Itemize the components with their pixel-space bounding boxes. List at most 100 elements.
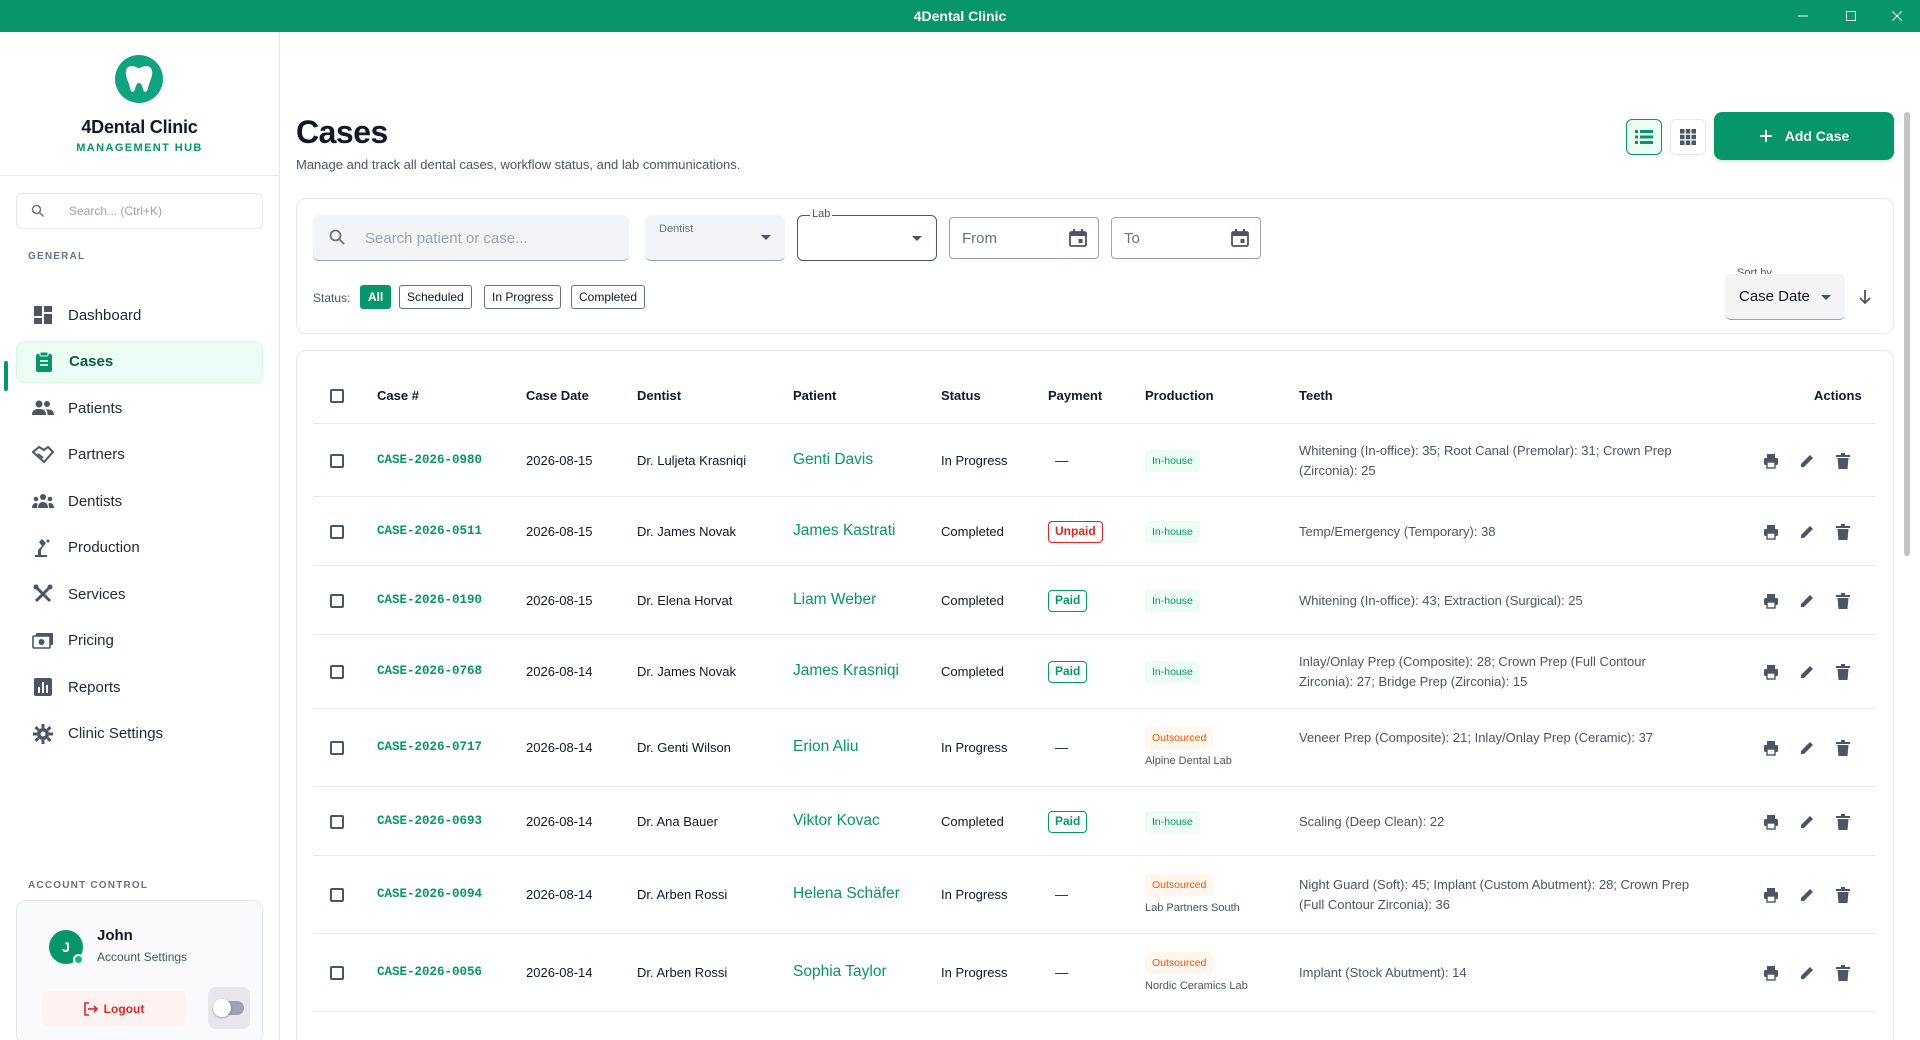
edit-icon[interactable]: [1797, 591, 1817, 611]
patient-link[interactable]: Helena Schäfer: [793, 885, 900, 903]
delete-icon[interactable]: [1833, 812, 1853, 832]
close-button[interactable]: [1874, 0, 1920, 32]
delete-icon[interactable]: [1833, 738, 1853, 758]
patient-link[interactable]: Sophia Taylor: [793, 963, 887, 981]
col-header-status[interactable]: Status: [941, 388, 981, 403]
print-icon[interactable]: [1761, 451, 1781, 471]
dentist-select[interactable]: Dentist: [645, 215, 785, 261]
row-checkbox[interactable]: [330, 593, 344, 608]
table-row[interactable]: CASE-2026-0693 2026-08-14 Dr. Ana Bauer …: [313, 787, 1875, 856]
row-checkbox[interactable]: [330, 665, 344, 679]
case-number-link[interactable]: CASE-2026-0717: [377, 740, 482, 754]
lab-select[interactable]: Lab: [797, 208, 937, 261]
sidebar-item-pricing[interactable]: Pricing: [16, 620, 263, 662]
col-header-payment[interactable]: Payment: [1048, 388, 1102, 403]
patient-link[interactable]: James Kastrati: [793, 522, 896, 540]
print-icon[interactable]: [1761, 662, 1781, 682]
patient-link[interactable]: Erion Aliu: [793, 738, 858, 756]
logout-button[interactable]: Logout: [42, 991, 186, 1026]
theme-toggle[interactable]: [208, 987, 250, 1029]
status-chip-scheduled[interactable]: Scheduled: [399, 285, 472, 309]
edit-icon[interactable]: [1797, 522, 1817, 542]
sort-by-select[interactable]: Case Date: [1725, 274, 1845, 320]
sidebar-item-production[interactable]: Production: [16, 527, 263, 569]
col-header-case[interactable]: Case #: [377, 388, 419, 403]
delete-icon[interactable]: [1833, 963, 1853, 983]
patient-link[interactable]: James Krasniqi: [793, 662, 899, 680]
from-date-input[interactable]: [962, 218, 1062, 258]
sidebar-search[interactable]: [16, 193, 263, 229]
edit-icon[interactable]: [1797, 812, 1817, 832]
delete-icon[interactable]: [1833, 451, 1853, 471]
sort-direction-arrow-icon[interactable]: [1855, 287, 1875, 307]
case-number-link[interactable]: CASE-2026-0511: [377, 524, 482, 538]
table-row[interactable]: CASE-2026-0768 2026-08-14 Dr. James Nova…: [313, 635, 1875, 709]
edit-icon[interactable]: [1797, 451, 1817, 471]
case-number-link[interactable]: CASE-2026-0768: [377, 664, 482, 678]
edit-icon[interactable]: [1797, 662, 1817, 682]
to-date-field[interactable]: [1111, 217, 1261, 259]
status-chip-in-progress[interactable]: In Progress: [484, 285, 562, 309]
from-date-field[interactable]: [949, 217, 1099, 259]
maximize-button[interactable]: [1828, 0, 1874, 32]
sidebar-item-reports[interactable]: Reports: [16, 666, 263, 708]
sidebar-item-partners[interactable]: Partners: [16, 434, 263, 476]
table-row[interactable]: CASE-2026-0056 2026-08-14 Dr. Arben Ross…: [313, 934, 1875, 1012]
edit-icon[interactable]: [1797, 738, 1817, 758]
case-number-link[interactable]: CASE-2026-0190: [377, 593, 482, 607]
case-search[interactable]: [313, 215, 629, 261]
avatar[interactable]: J: [49, 930, 84, 965]
patient-link[interactable]: Viktor Kovac: [793, 812, 880, 830]
minimize-button[interactable]: [1780, 0, 1826, 32]
grid-view-button[interactable]: [1670, 119, 1706, 155]
table-row[interactable]: CASE-2026-0717 2026-08-14 Dr. Genti Wils…: [313, 709, 1875, 787]
sidebar-item-cases[interactable]: Cases: [16, 340, 263, 383]
add-case-button[interactable]: Add Case: [1714, 112, 1894, 160]
print-icon[interactable]: [1761, 591, 1781, 611]
page-scrollbar[interactable]: [1904, 112, 1910, 556]
delete-icon[interactable]: [1833, 662, 1853, 682]
delete-icon[interactable]: [1833, 885, 1853, 905]
sidebar-item-clinic-settings[interactable]: Clinic Settings: [16, 713, 263, 755]
sidebar-item-services[interactable]: Services: [16, 573, 263, 615]
patient-link[interactable]: Genti Davis: [793, 451, 873, 469]
edit-icon[interactable]: [1797, 885, 1817, 905]
case-number-link[interactable]: CASE-2026-0056: [377, 965, 482, 979]
col-header-dentist[interactable]: Dentist: [637, 388, 681, 403]
print-icon[interactable]: [1761, 963, 1781, 983]
sidebar-item-patients[interactable]: Patients: [16, 387, 263, 429]
case-number-link[interactable]: CASE-2026-0693: [377, 814, 482, 828]
print-icon[interactable]: [1761, 522, 1781, 542]
col-header-teeth[interactable]: Teeth: [1299, 388, 1333, 403]
row-checkbox[interactable]: [330, 966, 344, 980]
edit-icon[interactable]: [1797, 963, 1817, 983]
table-row[interactable]: CASE-2026-0190 2026-08-15 Dr. Elena Horv…: [313, 566, 1875, 635]
row-checkbox[interactable]: [330, 741, 344, 755]
col-header-date[interactable]: Case Date: [526, 388, 589, 403]
col-header-production[interactable]: Production: [1145, 388, 1214, 403]
row-checkbox[interactable]: [330, 524, 344, 539]
case-number-link[interactable]: CASE-2026-0094: [377, 887, 482, 901]
list-view-button[interactable]: [1626, 119, 1662, 155]
status-chip-all[interactable]: All: [360, 285, 392, 309]
status-chip-completed[interactable]: Completed: [571, 285, 646, 309]
print-icon[interactable]: [1761, 885, 1781, 905]
sidebar-item-dashboard[interactable]: Dashboard: [16, 294, 263, 336]
case-number-link[interactable]: CASE-2026-0980: [377, 453, 482, 467]
row-checkbox[interactable]: [330, 888, 344, 902]
table-row[interactable]: CASE-2026-0511 2026-08-15 Dr. James Nova…: [313, 497, 1875, 566]
print-icon[interactable]: [1761, 812, 1781, 832]
table-row[interactable]: CASE-2026-0980 2026-08-15 Dr. Luljeta Kr…: [313, 424, 1875, 497]
sidebar-item-dentists[interactable]: Dentists: [16, 480, 263, 522]
row-checkbox[interactable]: [330, 814, 344, 829]
case-search-input[interactable]: [365, 215, 615, 261]
row-checkbox[interactable]: [330, 453, 344, 468]
col-header-patient[interactable]: Patient: [793, 388, 836, 403]
delete-icon[interactable]: [1833, 591, 1853, 611]
to-date-input[interactable]: [1124, 218, 1224, 258]
print-icon[interactable]: [1761, 738, 1781, 758]
patient-link[interactable]: Liam Weber: [793, 591, 876, 609]
account-settings-link[interactable]: Account Settings: [97, 950, 187, 964]
sidebar-search-input[interactable]: [69, 194, 249, 228]
table-row[interactable]: CASE-2026-0094 2026-08-14 Dr. Arben Ross…: [313, 856, 1875, 934]
